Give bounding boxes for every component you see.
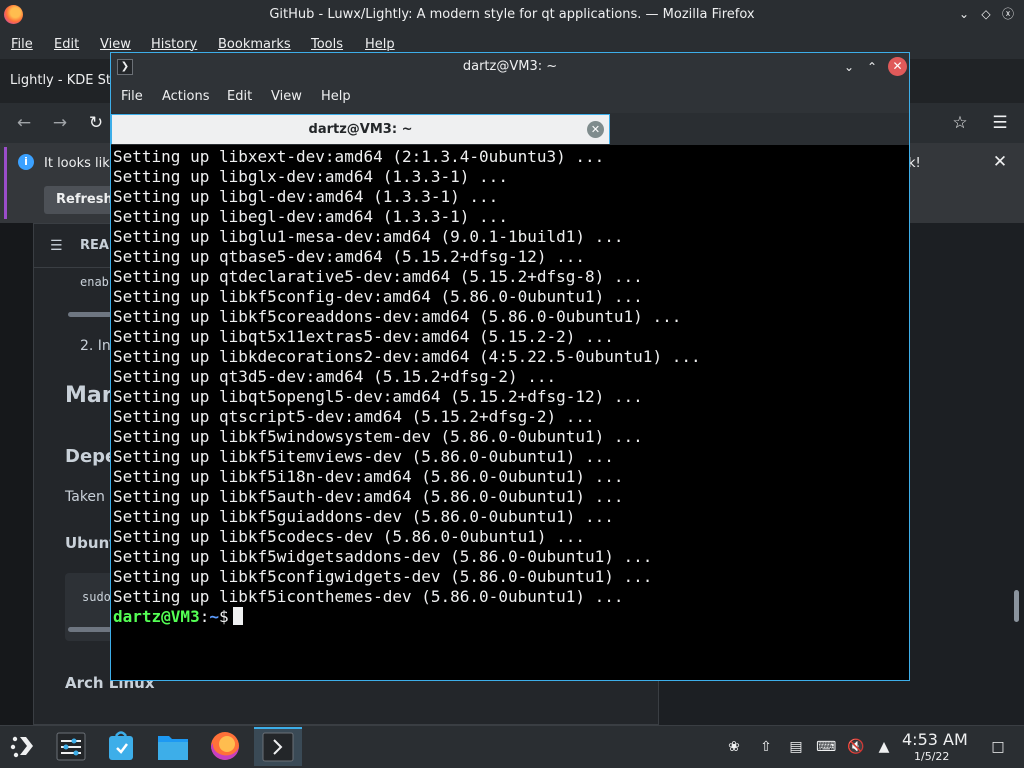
readme-header-title: REA bbox=[80, 238, 109, 253]
back-icon[interactable]: ← bbox=[12, 111, 36, 135]
terminal-prompt: dartz@VM3:~$ bbox=[113, 607, 701, 627]
konsole-taskbar-icon[interactable] bbox=[254, 727, 302, 766]
terminal-line: Setting up libkf5codecs-dev (5.86.0-0ubu… bbox=[113, 527, 586, 546]
konsole-menubar: File Actions Edit View Help bbox=[111, 81, 909, 113]
menu-edit[interactable]: Edit bbox=[227, 89, 252, 104]
konsole-tabbar: dartz@VM3: ~ ✕ bbox=[111, 113, 909, 145]
prompt-user: dartz@VM3 bbox=[113, 607, 200, 626]
forward-icon[interactable]: → bbox=[48, 111, 72, 135]
info-icon: i bbox=[18, 154, 34, 170]
terminal-tab-label: dartz@VM3: ~ bbox=[308, 122, 413, 137]
close-icon[interactable]: ✕ bbox=[888, 57, 907, 76]
menu-bookmarks[interactable]: Bookmarks bbox=[218, 37, 291, 52]
menu-file[interactable]: File bbox=[11, 37, 33, 52]
terminal-tab[interactable]: dartz@VM3: ~ ✕ bbox=[111, 114, 610, 144]
volume-muted-icon[interactable]: 🔇 bbox=[846, 737, 866, 757]
clock-time[interactable]: 4:53 AM bbox=[902, 730, 968, 749]
konsole-window: ❯ dartz@VM3: ~ ⌄ ⌃ ✕ File Actions Edit V… bbox=[110, 52, 910, 681]
maximize-icon[interactable]: ◇ bbox=[977, 5, 995, 23]
clock-date[interactable]: 1/5/22 bbox=[914, 750, 949, 763]
terminal-line: Setting up libqt5opengl5-dev:amd64 (5.15… bbox=[113, 387, 643, 406]
menu-help[interactable]: Help bbox=[321, 89, 351, 104]
menu-view[interactable]: View bbox=[271, 89, 302, 104]
menu-history[interactable]: History bbox=[151, 37, 197, 52]
terminal-line: Setting up qtscript5-dev:amd64 (5.15.2+d… bbox=[113, 407, 595, 426]
notification-text: It looks lik bbox=[44, 156, 110, 171]
close-icon[interactable]: ✕ bbox=[990, 152, 1010, 172]
tab-close-icon[interactable]: ✕ bbox=[587, 121, 604, 138]
firefox-titlebar[interactable]: GitHub - Luwx/Lightly: A modern style fo… bbox=[0, 0, 1024, 30]
readme-subheading-ubuntu: Ubunt bbox=[65, 534, 117, 552]
terminal-line: Setting up libgl-dev:amd64 (1.3.3-1) ... bbox=[113, 187, 499, 206]
terminal-line: Setting up libkdecorations2-dev:amd64 (4… bbox=[113, 347, 701, 366]
keyboard-icon[interactable]: ⌨ bbox=[816, 737, 836, 757]
terminal-lines: Setting up libxext-dev:amd64 (2:1.3.4-0u… bbox=[113, 147, 701, 627]
menu-file[interactable]: File bbox=[121, 89, 143, 104]
readme-list-item: 2. In bbox=[80, 338, 111, 354]
terminal-line: Setting up libqt5x11extras5-dev:amd64 (5… bbox=[113, 327, 614, 346]
readme-paragraph: Taken bbox=[65, 489, 105, 505]
page-scrollbar[interactable] bbox=[1014, 590, 1019, 622]
terminal-line: Setting up libkf5coreaddons-dev:amd64 (5… bbox=[113, 307, 682, 326]
terminal-line: Setting up libkf5windowsystem-dev (5.86.… bbox=[113, 427, 643, 446]
readme-code-line: enab bbox=[80, 275, 109, 289]
discover-store-icon[interactable] bbox=[100, 727, 142, 766]
close-icon[interactable]: ⓧ bbox=[999, 5, 1017, 23]
terminal-line: Setting up libegl-dev:amd64 (1.3.3-1) ..… bbox=[113, 207, 508, 226]
terminal-line: Setting up libkf5i18n-dev:amd64 (5.86.0-… bbox=[113, 467, 624, 486]
terminal-line: Setting up libkf5config-dev:amd64 (5.86.… bbox=[113, 287, 643, 306]
terminal-line: Setting up qt3d5-dev:amd64 (5.15.2+dfsg-… bbox=[113, 367, 557, 386]
code-line: sudo bbox=[82, 590, 111, 604]
terminal-line: Setting up libkf5auth-dev:amd64 (5.86.0-… bbox=[113, 487, 624, 506]
tray-expand-icon[interactable]: ▲ bbox=[874, 737, 894, 757]
browser-tab[interactable]: Lightly - KDE Sto bbox=[0, 67, 112, 97]
terminal-cursor bbox=[232, 607, 243, 625]
terminal-line: Setting up qtbase5-dev:amd64 (5.15.2+dfs… bbox=[113, 247, 586, 266]
file-manager-icon[interactable] bbox=[152, 727, 194, 766]
maximize-icon[interactable]: ⌃ bbox=[863, 58, 881, 76]
menu-edit[interactable]: Edit bbox=[54, 37, 79, 52]
application-launcher-icon[interactable] bbox=[2, 727, 44, 766]
bookmark-star-icon[interactable]: ☆ bbox=[948, 111, 972, 135]
menu-tools[interactable]: Tools bbox=[311, 37, 343, 52]
menu-actions[interactable]: Actions bbox=[162, 89, 210, 104]
konsole-window-title: dartz@VM3: ~ bbox=[462, 59, 558, 74]
list-icon[interactable]: ☰ bbox=[50, 238, 63, 254]
code-scrollbar[interactable] bbox=[68, 627, 112, 632]
clipboard-icon[interactable]: ▤ bbox=[786, 737, 806, 757]
terminal-output[interactable]: Setting up libxext-dev:amd64 (2:1.3.4-0u… bbox=[111, 145, 909, 680]
menu-view[interactable]: View bbox=[100, 37, 131, 52]
terminal-line: Setting up libxext-dev:amd64 (2:1.3.4-0u… bbox=[113, 147, 605, 166]
terminal-line: Setting up libglx-dev:amd64 (1.3.3-1) ..… bbox=[113, 167, 508, 186]
desktop: GitHub - Luwx/Lightly: A modern style fo… bbox=[0, 0, 1024, 768]
minimize-icon[interactable]: ⌄ bbox=[840, 58, 858, 76]
terminal-line: Setting up qtdeclarative5-dev:amd64 (5.1… bbox=[113, 267, 643, 286]
terminal-line: Setting up libkf5configwidgets-dev (5.86… bbox=[113, 567, 653, 586]
notification-accent bbox=[4, 147, 7, 219]
reload-icon[interactable]: ↻ bbox=[84, 111, 108, 135]
prompt-symbol: $ bbox=[218, 607, 229, 626]
update-icon[interactable]: ⇧ bbox=[756, 737, 776, 757]
terminal-line: Setting up libkf5widgetsaddons-dev (5.86… bbox=[113, 547, 653, 566]
konsole-titlebar[interactable]: ❯ dartz@VM3: ~ ⌄ ⌃ ✕ bbox=[111, 53, 909, 81]
firefox-window-title: GitHub - Luwx/Lightly: A modern style fo… bbox=[269, 7, 755, 22]
terminal-line: Setting up libkf5guiaddons-dev (5.86.0-0… bbox=[113, 507, 614, 526]
terminal-line: Setting up libkf5itemviews-dev (5.86.0-0… bbox=[113, 447, 614, 466]
minimize-icon[interactable]: ⌄ bbox=[955, 5, 973, 23]
show-desktop-icon[interactable]: □ bbox=[988, 737, 1008, 757]
firefox-taskbar-icon[interactable] bbox=[204, 727, 246, 766]
terminal-line: Setting up libkf5iconthemes-dev (5.86.0-… bbox=[113, 587, 624, 606]
hamburger-menu-icon[interactable]: ☰ bbox=[988, 111, 1012, 135]
prompt-path: ~ bbox=[209, 607, 219, 626]
vault-icon[interactable]: ❀ bbox=[724, 737, 744, 757]
menu-help[interactable]: Help bbox=[365, 37, 395, 52]
code-scrollbar[interactable] bbox=[68, 312, 112, 317]
prompt-separator: : bbox=[199, 607, 210, 626]
page-gutter bbox=[0, 223, 33, 725]
system-settings-icon[interactable] bbox=[50, 727, 92, 766]
terminal-line: Setting up libglu1-mesa-dev:amd64 (9.0.1… bbox=[113, 227, 624, 246]
